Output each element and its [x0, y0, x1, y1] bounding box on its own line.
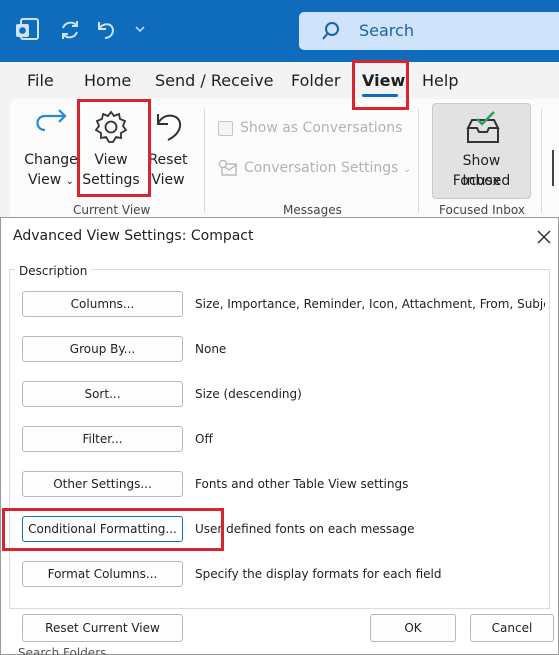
ribbon-separator — [541, 108, 542, 213]
chevron-down-icon: ⌄ — [402, 164, 412, 175]
show-as-conversations-label: Show as Conversations — [240, 120, 403, 136]
active-tab-indicator — [362, 94, 398, 97]
tab-folder[interactable]: Folder — [291, 71, 340, 90]
view-settings-label-1: View — [94, 152, 128, 168]
filter-button[interactable]: Filter... — [22, 426, 183, 452]
sort-value: Size (descending) — [195, 387, 302, 401]
other-settings-button[interactable]: Other Settings... — [22, 471, 183, 497]
conditional-formatting-button[interactable]: Conditional Formatting... — [22, 516, 183, 542]
customize-icon[interactable] — [134, 24, 146, 36]
ribbon-separator — [418, 108, 419, 213]
focused-inbox-group-label: Focused Inbox — [439, 203, 525, 217]
tab-file[interactable]: File — [27, 71, 54, 90]
reset-view-button[interactable]: Reset View — [146, 106, 190, 190]
inbox-check-icon — [464, 110, 502, 150]
ribbon-cutoff-text — [552, 150, 558, 186]
current-view-group-label: Current View — [73, 203, 151, 217]
sort-button[interactable]: Sort... — [22, 381, 183, 407]
chevron-down-icon: ⌄ — [65, 176, 75, 187]
reset-current-view-button[interactable]: Reset Current View — [22, 614, 183, 642]
show-as-conversations-checkbox[interactable] — [218, 121, 233, 136]
other-settings-value: Fonts and other Table View settings — [195, 477, 409, 491]
search-box[interactable]: Search — [299, 12, 559, 50]
group-by-value: None — [195, 342, 227, 356]
dialog-title: Advanced View Settings: Compact — [13, 228, 254, 244]
description-label: Description — [15, 264, 92, 278]
filter-value: Off — [195, 432, 213, 446]
change-view-label-2: View ⌄ — [27, 172, 75, 188]
close-icon[interactable] — [534, 227, 554, 247]
tab-send-receive[interactable]: Send / Receive — [155, 71, 274, 90]
format-columns-button[interactable]: Format Columns... — [22, 561, 183, 587]
view-settings-button[interactable]: View Settings — [82, 106, 140, 190]
change-view-label-1: Change — [24, 152, 78, 168]
columns-value: Size, Importance, Reminder, Icon, Attach… — [195, 297, 545, 311]
gear-icon — [82, 106, 140, 150]
undo-icon[interactable] — [94, 18, 118, 42]
show-focused-inbox-label-2: Inbox — [462, 173, 501, 189]
change-view-icon — [22, 106, 80, 150]
reset-view-label-2: View — [151, 172, 185, 188]
conversation-settings-icon — [218, 159, 238, 181]
change-view-button[interactable]: Change View ⌄ — [22, 106, 80, 192]
tab-view[interactable]: View — [362, 71, 405, 90]
tab-help[interactable]: Help — [422, 71, 458, 90]
group-by-button[interactable]: Group By... — [22, 336, 183, 362]
tab-home[interactable]: Home — [84, 71, 131, 90]
sync-icon[interactable] — [58, 18, 82, 42]
search-folders-peek: Search Folders — [18, 646, 107, 655]
columns-button[interactable]: Columns... — [22, 291, 183, 317]
outlook-icon[interactable] — [15, 17, 39, 43]
cancel-button[interactable]: Cancel — [470, 614, 554, 642]
conditional-formatting-value: User defined fonts on each message — [195, 522, 415, 536]
view-settings-label-2: Settings — [82, 172, 140, 188]
search-icon — [321, 21, 341, 45]
format-columns-value: Specify the display formats for each fie… — [195, 567, 442, 581]
messages-group-label: Messages — [283, 203, 342, 217]
reset-view-icon — [146, 106, 190, 150]
title-bar: Search — [0, 0, 559, 62]
show-focused-inbox-button[interactable]: Show Focused Inbox — [432, 103, 531, 199]
search-placeholder: Search — [359, 21, 414, 40]
ok-button[interactable]: OK — [370, 614, 456, 642]
ribbon-separator — [204, 108, 205, 213]
reset-view-label-1: Reset — [148, 152, 188, 168]
conversation-settings-button[interactable]: Conversation Settings ⌄ — [244, 160, 411, 176]
menu-bar: File Home Send / Receive Folder View Hel… — [0, 62, 559, 100]
